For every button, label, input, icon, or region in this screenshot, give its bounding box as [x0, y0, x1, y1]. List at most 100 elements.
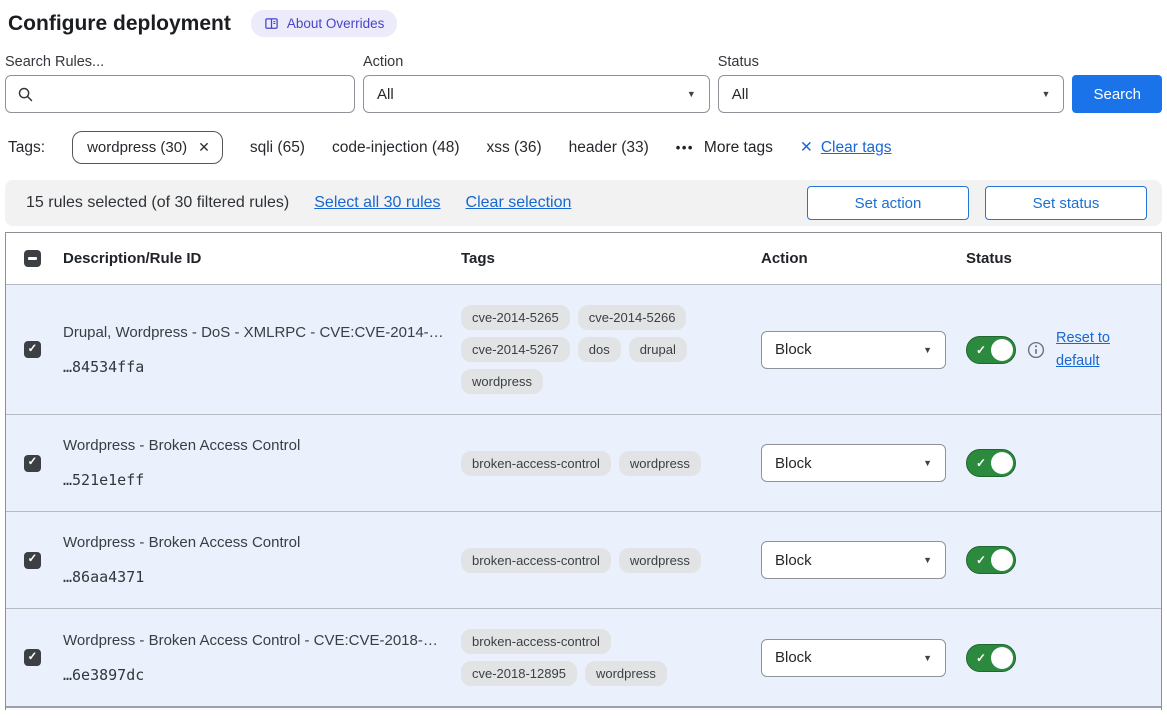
action-filter-select[interactable]: All ▼	[363, 75, 710, 113]
rule-action-value: Block	[775, 649, 812, 666]
tag-chip: wordpress	[619, 451, 701, 476]
filter-bar: Search Rules... Action All ▼ Status All …	[5, 54, 1162, 113]
row-tags: broken-access-controlcve-2018-12895wordp…	[461, 629, 719, 686]
selection-summary: 15 rules selected (of 30 filtered rules)	[26, 194, 289, 212]
tag-chip: wordpress	[461, 369, 543, 394]
selected-tag-chip[interactable]: wordpress (30) ✕	[72, 131, 223, 164]
rule-status-toggle[interactable]: ✓	[966, 644, 1016, 672]
rule-action-select[interactable]: Block ▼	[761, 639, 946, 677]
rule-description: Wordpress - Broken Access Control	[63, 532, 461, 554]
chevron-down-icon: ▼	[923, 345, 932, 355]
tag-chip: wordpress	[619, 548, 701, 573]
rule-action-value: Block	[775, 341, 812, 358]
row-tags-cell: broken-access-control wordpress	[461, 451, 761, 476]
selected-tag-label: wordpress (30)	[87, 139, 187, 156]
row-description-cell: Wordpress - Broken Access Control …521e1…	[63, 435, 461, 491]
row-status-cell: ✓ Reset to default	[966, 327, 1161, 373]
rule-id: …521e1eff	[63, 469, 461, 491]
toggle-check-icon: ✓	[976, 652, 986, 664]
row-checkbox[interactable]: ✓	[24, 341, 41, 358]
checkmark-icon: ✓	[28, 457, 38, 469]
rule-description: Wordpress - Broken Access Control - CVE:…	[63, 630, 461, 652]
rule-description: Drupal, Wordpress - DoS - XMLRPC - CVE:C…	[63, 322, 461, 344]
indeterminate-icon	[28, 257, 37, 259]
column-description: Description/Rule ID	[63, 250, 461, 267]
header-checkbox-cell	[6, 250, 63, 267]
clear-tags-label: Clear tags	[821, 139, 892, 157]
tag-chip: cve-2018-12895	[461, 661, 577, 686]
status-filter-group: Status All ▼	[718, 54, 1065, 113]
toggle-knob	[991, 339, 1013, 361]
tag-chip: broken-access-control	[461, 548, 611, 573]
row-action-cell: Block ▼	[761, 331, 966, 369]
tags-label: Tags:	[8, 139, 45, 157]
rule-action-select[interactable]: Block ▼	[761, 331, 946, 369]
about-overrides-label: About Overrides	[287, 16, 385, 31]
set-action-button[interactable]: Set action	[807, 186, 969, 220]
set-status-button[interactable]: Set status	[985, 186, 1147, 220]
search-rules-input[interactable]	[43, 85, 343, 104]
rule-status-toggle[interactable]: ✓	[966, 546, 1016, 574]
row-tags-cell: broken-access-control wordpress	[461, 548, 761, 573]
row-status-cell: ✓	[966, 449, 1161, 477]
clear-selection-link[interactable]: Clear selection	[466, 194, 572, 212]
rule-id: …84534ffa	[63, 356, 461, 378]
rules-table: Description/Rule ID Tags Action Status ✓…	[5, 232, 1162, 710]
selection-bar: 15 rules selected (of 30 filtered rules)…	[5, 180, 1162, 226]
table-row: ✓ Wordpress - Broken Access Control - CV…	[6, 608, 1161, 706]
tag-chip: cve-2014-5267	[461, 337, 570, 362]
status-filter-select[interactable]: All ▼	[718, 75, 1065, 113]
table-row: ✓ Drupal, Wordpress - DoS - XMLRPC - CVE…	[6, 284, 1161, 414]
row-tags: cve-2014-5265cve-2014-5266cve-2014-5267d…	[461, 305, 719, 394]
table-row: ✓ Wordpress - Broken Access Control …521…	[6, 414, 1161, 511]
checkmark-icon: ✓	[28, 344, 38, 356]
row-checkbox[interactable]: ✓	[24, 552, 41, 569]
tag-chip: cve-2014-5265	[461, 305, 570, 330]
rule-action-select[interactable]: Block ▼	[761, 444, 946, 482]
select-all-checkbox[interactable]	[24, 250, 41, 267]
reset-to-default-link[interactable]: Reset to default	[1056, 327, 1122, 373]
toggle-knob	[991, 452, 1013, 474]
row-description-cell: Wordpress - Broken Access Control …86aa4…	[63, 532, 461, 588]
select-all-link[interactable]: Select all 30 rules	[314, 194, 440, 212]
tags-bar: Tags: wordpress (30) ✕ sqli (65) code-in…	[8, 131, 1162, 164]
remove-tag-icon[interactable]: ✕	[198, 139, 210, 156]
tag-chip: broken-access-control	[461, 451, 611, 476]
search-button[interactable]: Search	[1072, 75, 1162, 113]
row-checkbox-cell: ✓	[6, 341, 63, 358]
rule-status-toggle[interactable]: ✓	[966, 449, 1016, 477]
row-description-cell: Wordpress - Broken Access Control - CVE:…	[63, 630, 461, 686]
row-checkbox[interactable]: ✓	[24, 649, 41, 666]
action-filter-label: Action	[363, 54, 710, 70]
rule-status-toggle[interactable]: ✓	[966, 336, 1016, 364]
close-icon: ✕	[800, 138, 813, 157]
rule-action-value: Block	[775, 455, 812, 472]
row-tags: broken-access-control wordpress	[461, 451, 719, 476]
row-checkbox[interactable]: ✓	[24, 455, 41, 472]
toggle-check-icon: ✓	[976, 554, 986, 566]
clear-tags-link[interactable]: ✕ Clear tags	[800, 138, 892, 157]
rule-action-value: Block	[775, 552, 812, 569]
more-tags-button[interactable]: ••• More tags	[676, 139, 773, 157]
toggle-check-icon: ✓	[976, 457, 986, 469]
info-icon[interactable]	[1027, 341, 1045, 359]
action-filter-group: Action All ▼	[363, 54, 710, 113]
status-filter-value: All	[732, 86, 749, 103]
next-row-sliver	[6, 706, 1161, 710]
row-tags-cell: broken-access-controlcve-2018-12895wordp…	[461, 629, 761, 686]
row-checkbox-cell: ✓	[6, 552, 63, 569]
search-input-box[interactable]	[5, 75, 355, 113]
tag-filter-xss[interactable]: xss (36)	[487, 139, 542, 157]
chevron-down-icon: ▼	[923, 458, 932, 468]
search-rules-group: Search Rules...	[5, 54, 355, 113]
chevron-down-icon: ▼	[923, 555, 932, 565]
rule-description: Wordpress - Broken Access Control	[63, 435, 461, 457]
column-action: Action	[761, 250, 966, 267]
about-overrides-badge[interactable]: About Overrides	[251, 10, 398, 37]
row-tags: broken-access-control wordpress	[461, 548, 719, 573]
tag-filter-code-injection[interactable]: code-injection (48)	[332, 139, 460, 157]
row-checkbox-cell: ✓	[6, 649, 63, 666]
rule-action-select[interactable]: Block ▼	[761, 541, 946, 579]
tag-filter-sqli[interactable]: sqli (65)	[250, 139, 305, 157]
tag-filter-header[interactable]: header (33)	[569, 139, 649, 157]
